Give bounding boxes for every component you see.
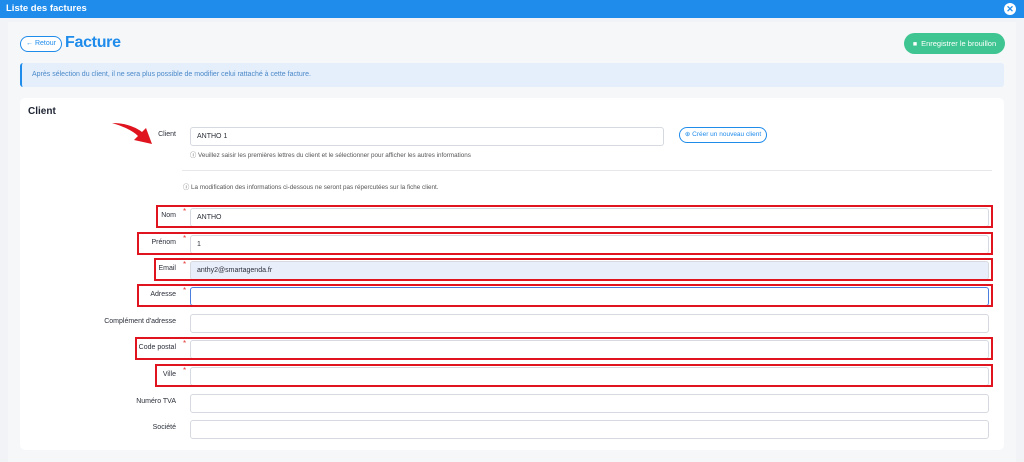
highlight-box bbox=[156, 205, 993, 228]
societe-field[interactable] bbox=[190, 420, 989, 439]
info-banner: Après sélection du client, il ne sera pl… bbox=[20, 63, 1004, 87]
notice-text: La modification des informations ci-dess… bbox=[191, 184, 439, 191]
divider bbox=[182, 170, 992, 171]
help-icon: ⓘ bbox=[190, 152, 199, 159]
save-icon: ■ bbox=[912, 41, 918, 48]
highlight-box bbox=[154, 258, 993, 281]
tva-field[interactable] bbox=[190, 394, 989, 413]
client-hint-text: Veuillez saisir les premières lettres du… bbox=[198, 152, 471, 159]
highlight-box bbox=[137, 284, 993, 307]
new-client-button[interactable]: ⊕ Créer un nouveau client bbox=[679, 127, 767, 143]
complement-label: Complément d'adresse bbox=[104, 318, 176, 325]
save-draft-button[interactable]: ■ Enregistrer le brouillon bbox=[904, 33, 1005, 54]
new-client-label: Créer un nouveau client bbox=[692, 131, 762, 138]
complement-field[interactable] bbox=[190, 314, 989, 333]
highlight-box bbox=[135, 337, 993, 360]
page-title: Facture bbox=[65, 34, 121, 51]
window-titlebar: Liste des factures ✕ bbox=[0, 0, 1024, 18]
societe-label: Société bbox=[152, 424, 176, 431]
client-search-input[interactable]: ANTHO 1 bbox=[190, 127, 664, 146]
section-title: Client bbox=[28, 106, 56, 117]
window-title: Liste des factures bbox=[6, 3, 87, 14]
tva-label: Numéro TVA bbox=[136, 398, 176, 405]
highlight-box bbox=[137, 232, 993, 255]
highlight-box bbox=[155, 364, 993, 387]
notice: ⓘ La modification des informations ci-de… bbox=[183, 182, 439, 191]
client-label: Client bbox=[158, 131, 176, 138]
close-icon[interactable]: ✕ bbox=[1004, 3, 1016, 15]
back-button[interactable]: ← Retour bbox=[20, 36, 62, 52]
client-hint: ⓘ Veuillez saisir les premières lettres … bbox=[190, 150, 471, 159]
info-icon: ⓘ bbox=[183, 184, 192, 191]
save-draft-label: Enregistrer le brouillon bbox=[921, 39, 997, 48]
